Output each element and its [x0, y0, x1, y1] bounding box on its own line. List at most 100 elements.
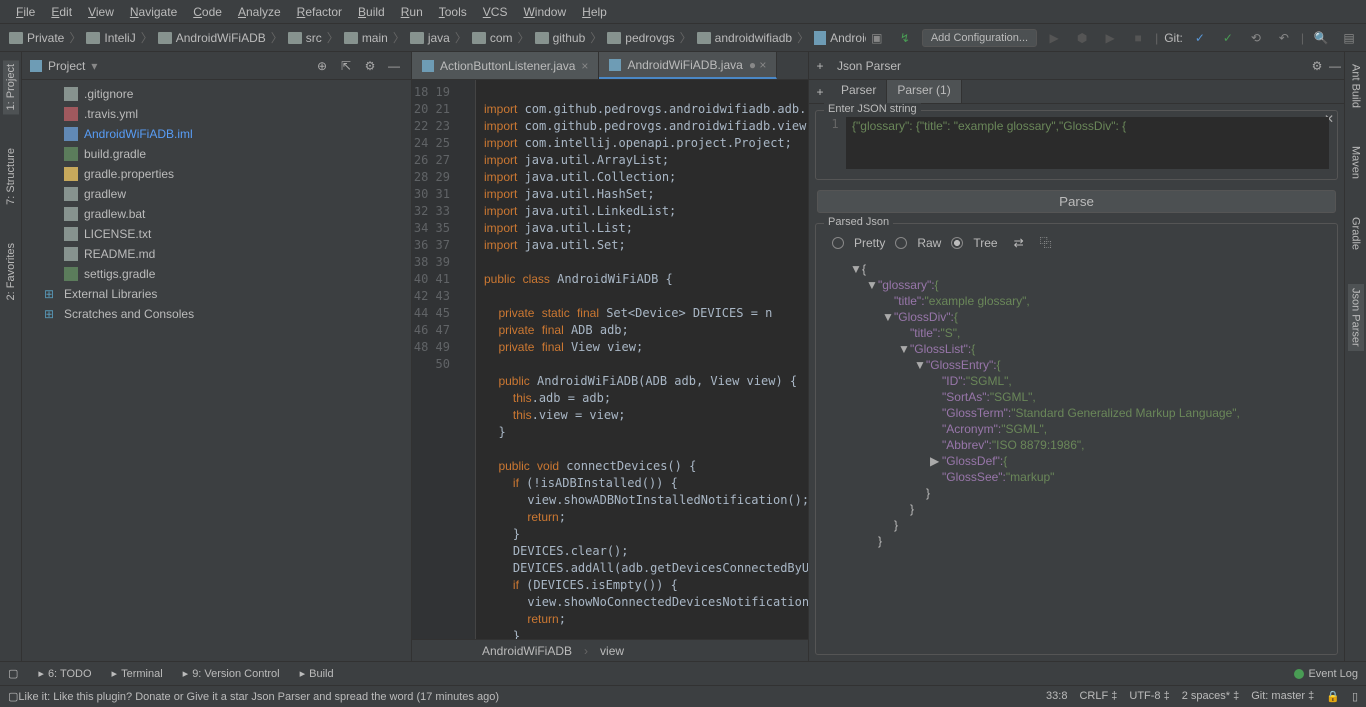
- menu-navigate[interactable]: Navigate: [122, 0, 185, 24]
- json-tree-row[interactable]: "ID": "SGML",: [832, 373, 1321, 389]
- tree-item[interactable]: gradlew: [22, 184, 411, 204]
- dropdown-icon[interactable]: ▾: [91, 59, 97, 73]
- parser-tab[interactable]: Parser: [831, 80, 887, 103]
- tree-item[interactable]: gradlew.bat: [22, 204, 411, 224]
- json-tree-row[interactable]: }: [832, 517, 1321, 533]
- tree-item[interactable]: ⊞External Libraries: [22, 284, 411, 304]
- run-icon[interactable]: ▶: [1043, 27, 1065, 49]
- json-tree-row[interactable]: "Acronym": "SGML",: [832, 421, 1321, 437]
- parser-tab[interactable]: Parser (1): [887, 80, 961, 103]
- search-icon[interactable]: 🔍: [1310, 27, 1332, 49]
- rail-gradle[interactable]: Gradle: [1348, 213, 1364, 254]
- tree-arrow-icon[interactable]: ▼: [866, 277, 878, 293]
- json-tree-row[interactable]: "title": "example glossary",: [832, 293, 1321, 309]
- encoding[interactable]: UTF-8 ‡: [1129, 690, 1169, 703]
- coverage-icon[interactable]: ▶: [1099, 27, 1121, 49]
- git-branch[interactable]: Git: master ‡: [1251, 690, 1314, 703]
- json-tree-row[interactable]: ▼ "GlossEntry": {: [832, 357, 1321, 373]
- hammer-icon[interactable]: ↯: [894, 27, 916, 49]
- run-config-dropdown[interactable]: Add Configuration...: [922, 29, 1037, 47]
- breadcrumb-item[interactable]: AndroidWiFiADB.java: [811, 31, 866, 45]
- json-input[interactable]: {"glossary": {"title": "example glossary…: [846, 117, 1329, 169]
- radio-raw[interactable]: [895, 237, 907, 249]
- menu-view[interactable]: View: [80, 0, 122, 24]
- indent[interactable]: 2 spaces* ‡: [1182, 690, 1240, 703]
- tree-item[interactable]: AndroidWiFiADB.iml: [22, 124, 411, 144]
- git-update-icon[interactable]: ✓: [1189, 27, 1211, 49]
- json-tree-row[interactable]: ▼ "GlossList": {: [832, 341, 1321, 357]
- json-tree-row[interactable]: "GlossSee": "markup": [832, 469, 1321, 485]
- line-separator[interactable]: CRLF ‡: [1079, 690, 1117, 703]
- tree-item[interactable]: ⊞Scratches and Consoles: [22, 304, 411, 324]
- tree-arrow-icon[interactable]: ▼: [898, 341, 910, 357]
- git-revert-icon[interactable]: ↶: [1273, 27, 1295, 49]
- breadcrumb-item[interactable]: github: [532, 31, 589, 45]
- json-tree-row[interactable]: }: [832, 485, 1321, 501]
- menu-edit[interactable]: Edit: [43, 0, 80, 24]
- add-parser-tab[interactable]: +: [809, 80, 831, 103]
- hide-icon[interactable]: —: [385, 57, 403, 75]
- json-tree-row[interactable]: }: [832, 533, 1321, 549]
- tool-9-version-control[interactable]: ▸ 9: Version Control: [183, 667, 280, 680]
- ide-settings-icon[interactable]: ▤: [1338, 27, 1360, 49]
- editor-tab[interactable]: AndroidWiFiADB.java● ×: [599, 52, 777, 79]
- tree-item[interactable]: .travis.yml: [22, 104, 411, 124]
- tree-item[interactable]: settigs.gradle: [22, 264, 411, 284]
- tool-terminal[interactable]: ▸ Terminal: [112, 667, 163, 680]
- breadcrumb-item[interactable]: java: [407, 31, 453, 45]
- parse-button[interactable]: Parse: [817, 190, 1336, 213]
- rail-ant-build[interactable]: Ant Build: [1348, 60, 1364, 112]
- json-tree-row[interactable]: "SortAs": "SGML",: [832, 389, 1321, 405]
- editor-breadcrumb[interactable]: AndroidWiFiADB › view: [412, 639, 808, 661]
- tree-item[interactable]: README.md: [22, 244, 411, 264]
- tree-arrow-icon[interactable]: ▼: [914, 357, 926, 373]
- menu-analyze[interactable]: Analyze: [230, 0, 289, 24]
- tree-item[interactable]: LICENSE.txt: [22, 224, 411, 244]
- json-tree[interactable]: ▼ {▼ "glossary": { "title": "example glo…: [824, 255, 1329, 648]
- radio-pretty[interactable]: [832, 237, 844, 249]
- editor-tab[interactable]: ActionButtonListener.java×: [412, 52, 599, 79]
- radio-tree[interactable]: [951, 237, 963, 249]
- gear-icon[interactable]: ⚙: [1308, 57, 1326, 75]
- tree-arrow-icon[interactable]: ▼: [882, 309, 894, 325]
- tool-6-todo[interactable]: ▸ 6: TODO: [38, 667, 91, 680]
- tool-window-icon[interactable]: ▢: [8, 667, 18, 680]
- rail-maven[interactable]: Maven: [1348, 142, 1364, 183]
- caret-position[interactable]: 33:8: [1046, 690, 1067, 703]
- event-log-button[interactable]: Event Log: [1294, 668, 1358, 680]
- tree-item[interactable]: build.gradle: [22, 144, 411, 164]
- git-history-icon[interactable]: ⟲: [1245, 27, 1267, 49]
- json-tree-row[interactable]: }: [832, 501, 1321, 517]
- expand-icon[interactable]: ⇄: [1014, 236, 1024, 250]
- rail-json-parser[interactable]: Json Parser: [1348, 284, 1364, 351]
- fold-gutter[interactable]: [460, 80, 476, 639]
- breadcrumb-item[interactable]: pedrovgs: [604, 31, 677, 45]
- menu-code[interactable]: Code: [185, 0, 230, 24]
- gear-icon[interactable]: ⚙: [361, 57, 379, 75]
- rail-1-project[interactable]: 1: Project: [3, 60, 19, 114]
- tool-build[interactable]: ▸ Build: [300, 667, 334, 680]
- tree-arrow-icon[interactable]: ▶: [930, 453, 942, 469]
- copy-icon[interactable]: ⿻: [1040, 234, 1052, 251]
- json-tree-row[interactable]: "GlossTerm": "Standard Generalized Marku…: [832, 405, 1321, 421]
- json-tree-row[interactable]: ▼ "GlossDiv": {: [832, 309, 1321, 325]
- menu-file[interactable]: File: [8, 0, 43, 24]
- stop-icon[interactable]: ■: [1127, 27, 1149, 49]
- add-tab-icon[interactable]: +: [809, 59, 831, 73]
- target-icon[interactable]: ▣: [866, 27, 888, 49]
- breadcrumb-item[interactable]: com: [469, 31, 516, 45]
- close-tab-icon[interactable]: ● ×: [749, 58, 767, 72]
- hide-icon[interactable]: —: [1326, 57, 1344, 75]
- locate-icon[interactable]: ⊕: [313, 57, 331, 75]
- breadcrumb-item[interactable]: AndroidWiFiADB: [155, 31, 269, 45]
- close-tab-icon[interactable]: ×: [581, 59, 588, 73]
- breadcrumb-item[interactable]: InteliJ: [83, 31, 138, 45]
- project-tree[interactable]: .gitignore.travis.ymlAndroidWiFiADB.imlb…: [22, 80, 411, 661]
- lock-icon[interactable]: 🔒: [1326, 690, 1340, 703]
- breadcrumb-item[interactable]: androidwifiadb: [694, 31, 795, 45]
- collapse-icon[interactable]: ⇱: [337, 57, 355, 75]
- tree-item[interactable]: .gitignore: [22, 84, 411, 104]
- rail-7-structure[interactable]: 7: Structure: [3, 144, 19, 209]
- json-tree-row[interactable]: ▼ {: [832, 261, 1321, 277]
- menu-build[interactable]: Build: [350, 0, 393, 24]
